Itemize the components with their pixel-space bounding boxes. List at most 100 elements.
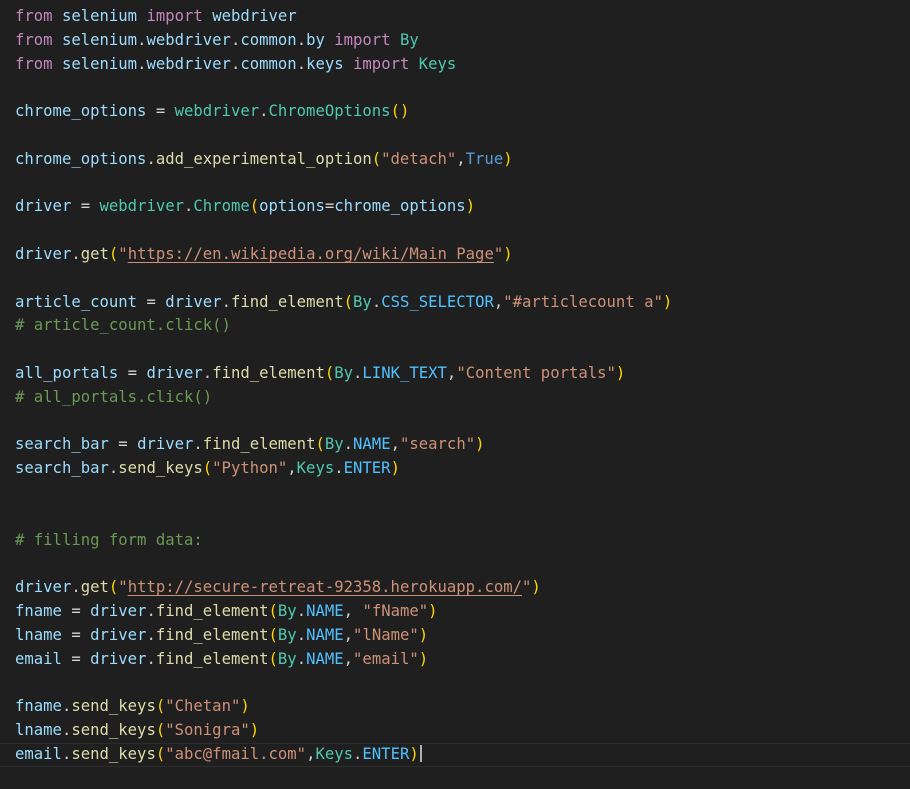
- code-token-br1: ): [503, 244, 513, 263]
- code-token-var: selenium: [61, 7, 138, 25]
- code-token-var: search_bar: [15, 435, 109, 454]
- code-token-br1: (: [108, 244, 119, 263]
- code-token-var: webdriver: [146, 30, 231, 49]
- code-token-str: "Chetan": [165, 697, 241, 716]
- code-token-var: search_bar: [15, 459, 109, 478]
- code-token-br1: ): [662, 292, 673, 311]
- code-token-br1: (: [371, 149, 382, 168]
- code-token-var: by: [306, 30, 325, 49]
- code-token-const: NAME: [306, 625, 344, 644]
- code-token-str: ": [522, 578, 532, 597]
- code-line[interactable]: all_portals = driver.find_element(By.LIN…: [15, 362, 672, 386]
- code-token-str: "Sonigra": [165, 720, 250, 739]
- code-line[interactable]: lname.send_keys("Sonigra"): [15, 719, 672, 743]
- code-editor[interactable]: from selenium import webdriver from selen…: [0, 0, 910, 789]
- code-token-fn: find_element: [155, 649, 269, 668]
- code-token-br1: ): [418, 649, 429, 668]
- code-token-pun: .: [334, 459, 344, 478]
- code-line[interactable]: [15, 671, 672, 695]
- code-token-cls: Keys: [315, 744, 354, 763]
- code-token-pun: ,: [456, 149, 466, 168]
- code-line[interactable]: [15, 76, 672, 100]
- code-token-fn: find_element: [202, 435, 316, 454]
- code-token-br1: ): [465, 197, 476, 216]
- code-token-var: selenium: [61, 54, 138, 73]
- code-token-cls: Keys: [296, 459, 335, 478]
- code-token-cls: Chrome: [193, 197, 250, 216]
- code-token-var: common: [240, 30, 297, 49]
- code-token-pun: .: [61, 744, 72, 763]
- code-token-fn: add_experimental_option: [155, 149, 372, 168]
- code-token-br1: ): [409, 744, 419, 763]
- code-line[interactable]: [15, 219, 672, 243]
- code-token-br1: (: [155, 744, 166, 763]
- code-line[interactable]: chrome_options.add_experimental_option("…: [15, 148, 672, 172]
- code-token-br1: (: [268, 625, 278, 644]
- code-area[interactable]: from selenium import webdriver from selen…: [0, 5, 910, 767]
- code-token-pun: .: [61, 697, 72, 716]
- code-line[interactable]: [15, 410, 672, 434]
- code-token-const: LINK_TEXT: [362, 363, 447, 382]
- code-token-str: "#articlecount a": [503, 292, 663, 311]
- code-line[interactable]: driver = webdriver.Chrome(options=chrome…: [15, 195, 672, 219]
- code-token-pun: .: [146, 149, 156, 168]
- code-token-str: "email": [353, 649, 419, 668]
- code-token-str: ": [118, 578, 128, 597]
- code-line[interactable]: [15, 505, 672, 529]
- code-token-cmt: # filling form data:: [15, 530, 203, 549]
- code-token-op: =: [71, 625, 81, 644]
- code-token-br1: (: [268, 649, 278, 668]
- code-line[interactable]: # all_portals.click(): [15, 386, 672, 410]
- code-line[interactable]: driver.get("http://secure-retreat-92358.…: [15, 576, 672, 600]
- code-token-str: "search": [399, 435, 476, 454]
- code-token-var: all_portals: [15, 363, 119, 382]
- code-line[interactable]: email.send_keys("abc@fmail.com",Keys.ENT…: [0, 742, 910, 767]
- code-token-bool: True: [465, 149, 504, 168]
- code-line[interactable]: fname.send_keys("Chetan"): [15, 695, 672, 719]
- code-line[interactable]: fname = driver.find_element(By.NAME, "fN…: [15, 600, 672, 624]
- code-line[interactable]: [15, 481, 672, 505]
- code-line[interactable]: [15, 338, 672, 362]
- code-token-pun: .: [353, 744, 363, 763]
- code-token-br1: ): [390, 459, 400, 478]
- code-line[interactable]: [15, 552, 672, 576]
- code-token-kw: from: [15, 54, 53, 73]
- code-line[interactable]: driver.get("https://en.wikipedia.org/wik…: [15, 243, 672, 267]
- code-token-op: =: [71, 649, 81, 668]
- code-token-br1: ): [418, 625, 429, 644]
- code-line[interactable]: email = driver.find_element(By.NAME,"ema…: [15, 648, 672, 672]
- code-token-url: https://en.wikipedia.org/wiki/Main_Page: [127, 244, 494, 263]
- code-line[interactable]: article_count = driver.find_element(By.C…: [15, 291, 672, 315]
- code-token-op: =: [146, 292, 156, 311]
- code-line[interactable]: from selenium.webdriver.common.by import…: [15, 29, 672, 53]
- code-line[interactable]: from selenium import webdriver: [15, 5, 672, 29]
- code-token-cls: webdriver: [174, 102, 260, 121]
- code-line[interactable]: # filling form data:: [15, 529, 672, 553]
- code-token-pun: ,: [343, 601, 354, 620]
- code-line[interactable]: from selenium.webdriver.common.keys impo…: [15, 53, 672, 77]
- code-token-op: =: [324, 197, 335, 216]
- code-line[interactable]: [15, 172, 672, 196]
- code-token-op: =: [127, 363, 138, 382]
- code-line[interactable]: [15, 267, 672, 291]
- code-line[interactable]: lname = driver.find_element(By.NAME,"lNa…: [15, 624, 672, 648]
- code-line[interactable]: search_bar.send_keys("Python",Keys.ENTER…: [15, 457, 672, 481]
- code-token-cls: By: [277, 601, 297, 620]
- code-token-pun: .: [146, 649, 156, 668]
- code-line[interactable]: [15, 124, 672, 148]
- code-token-cls: By: [334, 363, 354, 382]
- code-token-cls: Keys: [418, 54, 457, 73]
- code-token-pun: .: [296, 625, 307, 644]
- code-token-br1: ): [531, 578, 541, 597]
- code-token-pun: .: [193, 435, 203, 454]
- code-line[interactable]: # article_count.click(): [15, 314, 672, 338]
- code-line[interactable]: chrome_options = webdriver.ChromeOptions…: [15, 100, 672, 124]
- code-line[interactable]: search_bar = driver.find_element(By.NAME…: [15, 433, 672, 457]
- code-token-const: ENTER: [343, 459, 391, 478]
